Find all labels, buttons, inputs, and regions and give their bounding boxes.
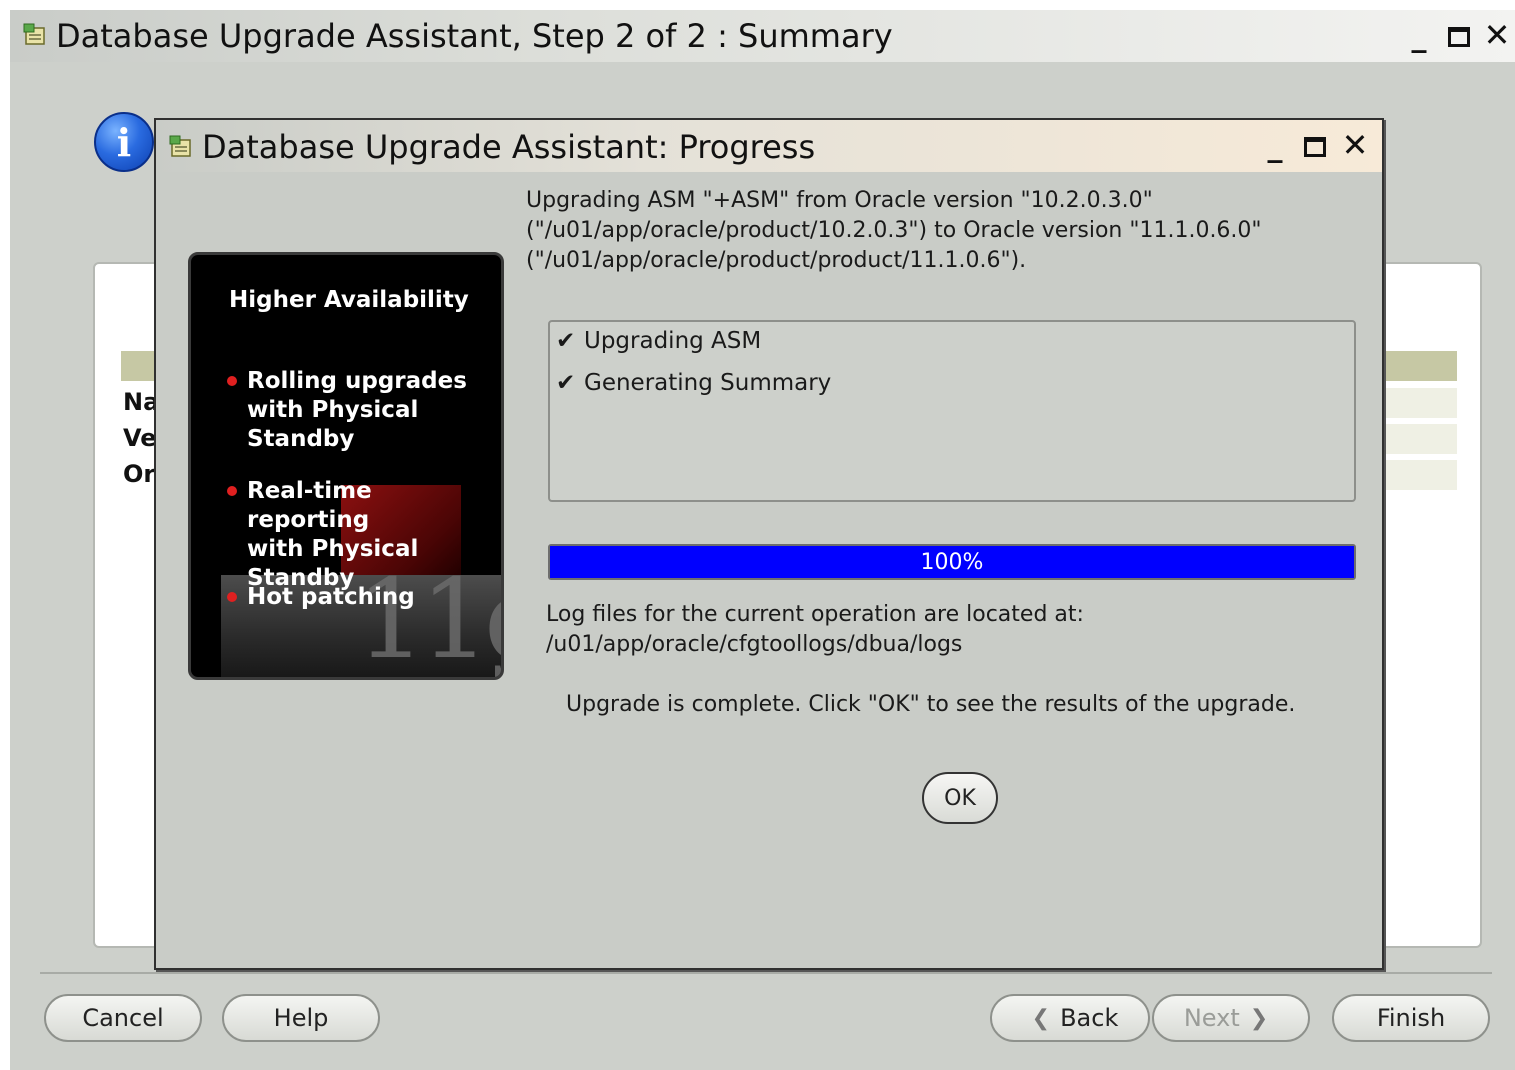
steps-list: ✔ Upgrading ASM ✔ Generating Summary [548,320,1356,502]
dialog-minimize-button[interactable]: _ [1258,130,1292,164]
next-button[interactable]: Next ❯ [1152,994,1310,1042]
step-item: ✔ Generating Summary [556,370,832,396]
promo-item-hot-patching: Hot patching [227,583,415,612]
info-icon: i [94,112,154,172]
log-info: Log files for the current operation are … [546,600,1084,660]
maximize-icon [1448,27,1470,47]
progress-percent: 100% [920,549,984,575]
app-icon [169,135,191,157]
minimize-icon: _ [1411,19,1427,54]
minimize-button[interactable]: _ [1402,20,1436,54]
promo-title: Higher Availability [229,287,469,313]
main-titlebar[interactable]: Database Upgrade Assistant, Step 2 of 2 … [10,10,1515,62]
log-path: /u01/app/oracle/cfgtoollogs/dbua/logs [546,632,963,657]
minimize-icon: _ [1267,129,1283,164]
bullet-icon [227,486,237,496]
footer-divider [40,972,1492,974]
summary-row-band [1385,388,1457,418]
window-title: Database Upgrade Assistant, Step 2 of 2 … [56,17,893,55]
step-item: ✔ Upgrading ASM [556,328,762,354]
dialog-close-button[interactable]: ✕ [1338,126,1372,164]
back-button[interactable]: ❮ Back [990,994,1150,1042]
maximize-button[interactable] [1442,20,1476,54]
back-button-label: Back [1060,1004,1119,1032]
checkmark-icon: ✔ [556,328,576,354]
completion-message: Upgrade is complete. Click "OK" to see t… [566,692,1296,717]
progress-dialog: Database Upgrade Assistant: Progress _ ✕… [154,118,1384,970]
dialog-titlebar[interactable]: Database Upgrade Assistant: Progress _ ✕ [156,120,1382,172]
bullet-icon [227,376,237,386]
upgrade-description: Upgrading ASM "+ASM" from Oracle version… [526,188,1262,273]
close-icon: ✕ [1341,126,1369,164]
close-icon: ✕ [1483,16,1511,54]
summary-row-band [1385,424,1457,454]
finish-button[interactable]: Finish [1332,994,1490,1042]
maximize-icon [1304,137,1326,157]
ok-button[interactable]: OK [922,772,998,824]
cancel-button[interactable]: Cancel [44,994,202,1042]
promo-item-rolling-upgrades: Rolling upgrades with Physical Standby [227,367,467,454]
finish-button-label: Finish [1376,1004,1446,1032]
next-button-label: Next [1183,1004,1240,1032]
cancel-button-label: Cancel [82,1004,164,1032]
ok-button-label: OK [944,785,976,811]
summary-row-band [1385,460,1457,490]
checkmark-icon: ✔ [556,370,576,396]
chevron-right-icon: ❯ [1249,1005,1269,1031]
log-label: Log files for the current operation are … [546,602,1084,627]
close-button[interactable]: ✕ [1480,16,1514,54]
chevron-left-icon: ❮ [1031,1005,1051,1031]
promo-image: 11g Higher Availability Rolling upgrades… [188,252,504,680]
progress-bar: 100% [548,544,1356,580]
help-button[interactable]: Help [222,994,380,1042]
promo-item-real-time-reporting: Real-time reporting with Physical Standb… [227,477,501,593]
dialog-maximize-button[interactable] [1298,130,1332,164]
bullet-icon [227,592,237,602]
help-button-label: Help [273,1004,329,1032]
app-icon [23,23,45,45]
dialog-title: Database Upgrade Assistant: Progress [202,128,816,166]
